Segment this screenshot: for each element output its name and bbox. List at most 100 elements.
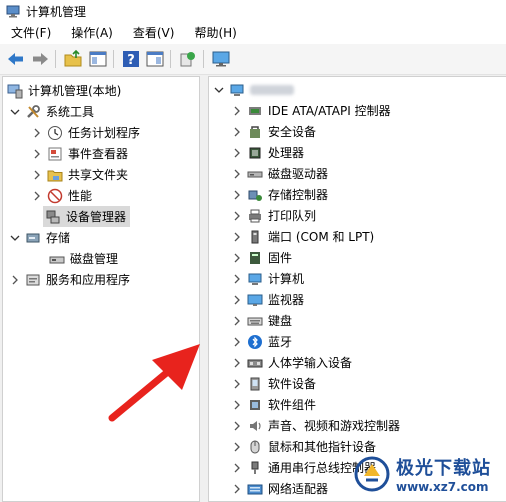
chevron-right-icon[interactable] bbox=[231, 189, 243, 201]
computer-management-icon bbox=[6, 5, 20, 18]
storage-controller-icon bbox=[248, 190, 262, 201]
chevron-right-icon[interactable] bbox=[231, 105, 243, 117]
svg-text:?: ? bbox=[127, 53, 135, 68]
device-category-label: 处理器 bbox=[268, 146, 305, 160]
chevron-right-icon[interactable] bbox=[31, 169, 43, 181]
device-category-row[interactable]: 软件组件 bbox=[231, 394, 316, 415]
device-category-row[interactable]: 计算机 bbox=[231, 268, 304, 289]
menu-action[interactable]: 操作(A) bbox=[60, 22, 122, 44]
properties-icon[interactable] bbox=[145, 49, 165, 69]
network-adapter-icon bbox=[247, 484, 263, 494]
device-category-label: 蓝牙 bbox=[268, 335, 293, 349]
device-category-row[interactable]: 安全设备 bbox=[231, 121, 316, 142]
chevron-right-icon[interactable] bbox=[31, 190, 43, 202]
device-category-row[interactable]: IDE ATA/ATAPI 控制器 bbox=[231, 100, 391, 121]
device-category-label: 打印队列 bbox=[268, 209, 317, 223]
export-icon[interactable] bbox=[178, 49, 198, 69]
chevron-right-icon[interactable] bbox=[31, 148, 43, 160]
chevron-right-icon[interactable] bbox=[231, 441, 243, 453]
tree-label-root: 计算机管理(本地) bbox=[28, 84, 122, 98]
menu-view[interactable]: 查看(V) bbox=[122, 22, 184, 44]
event-viewer-icon bbox=[48, 147, 62, 160]
device-category-label: 存储控制器 bbox=[268, 188, 329, 202]
monitor-icon bbox=[247, 294, 263, 306]
show-tree-icon[interactable] bbox=[88, 49, 108, 69]
tree-node-performance[interactable]: 性能 bbox=[31, 185, 92, 206]
watermark: 极光下载站 www.xz7.com bbox=[352, 448, 506, 500]
sound-icon bbox=[250, 420, 261, 431]
device-category-row[interactable]: 固件 bbox=[231, 247, 292, 268]
device-category-label: 监视器 bbox=[268, 293, 305, 307]
tree-node-services-apps[interactable]: 服务和应用程序 bbox=[9, 269, 130, 290]
device-category-row[interactable]: 声音、视频和游戏控制器 bbox=[231, 415, 400, 436]
tree-node-shared-folders[interactable]: 共享文件夹 bbox=[31, 164, 128, 185]
storage-icon bbox=[26, 233, 40, 242]
chevron-right-icon[interactable] bbox=[231, 336, 243, 348]
device-root-computer[interactable] bbox=[213, 79, 294, 100]
watermark-logo-icon bbox=[354, 456, 390, 492]
menu-file[interactable]: 文件(F) bbox=[0, 22, 60, 44]
back-arrow-icon[interactable] bbox=[6, 49, 26, 69]
tree-node-device-manager[interactable]: 设备管理器 bbox=[43, 206, 131, 227]
chevron-right-icon[interactable] bbox=[231, 126, 243, 138]
device-category-row[interactable]: 人体学输入设备 bbox=[231, 352, 352, 373]
help-icon[interactable]: ? bbox=[121, 49, 141, 69]
chevron-right-icon[interactable] bbox=[231, 357, 243, 369]
up-folder-icon[interactable] bbox=[63, 49, 83, 69]
performance-icon bbox=[47, 188, 63, 203]
monitor-icon[interactable] bbox=[211, 49, 231, 69]
security-device-icon bbox=[250, 125, 260, 138]
tree-node-storage[interactable]: 存储 bbox=[9, 227, 70, 248]
chevron-right-icon[interactable] bbox=[231, 315, 243, 327]
device-category-row[interactable]: 软件设备 bbox=[231, 373, 316, 394]
chevron-down-icon[interactable] bbox=[9, 232, 21, 244]
device-manager-icon bbox=[46, 210, 60, 223]
tree-node-disk-management[interactable]: 磁盘管理 bbox=[45, 248, 118, 269]
device-category-row[interactable]: 处理器 bbox=[231, 142, 304, 163]
chevron-right-icon[interactable] bbox=[9, 274, 21, 286]
shared-folder-icon bbox=[47, 170, 63, 181]
chevron-down-icon[interactable] bbox=[9, 106, 21, 118]
menu-help[interactable]: 帮助(H) bbox=[183, 22, 245, 44]
chevron-right-icon[interactable] bbox=[231, 210, 243, 222]
chevron-right-icon[interactable] bbox=[231, 420, 243, 432]
hid-icon bbox=[247, 359, 263, 367]
chevron-right-icon[interactable] bbox=[231, 399, 243, 411]
device-category-row[interactable]: 键盘 bbox=[231, 310, 292, 331]
device-category-row[interactable]: 蓝牙 bbox=[231, 331, 292, 352]
computer-icon bbox=[248, 273, 262, 285]
clock-icon bbox=[48, 125, 62, 140]
device-category-row[interactable]: 端口 (COM 和 LPT) bbox=[231, 226, 374, 247]
chevron-down-icon[interactable] bbox=[213, 84, 225, 96]
forward-arrow-icon[interactable] bbox=[30, 49, 50, 69]
tree-node-root[interactable]: 计算机管理(本地) bbox=[7, 80, 121, 101]
chevron-right-icon[interactable] bbox=[231, 147, 243, 159]
chevron-right-icon[interactable] bbox=[31, 127, 43, 139]
device-category-row[interactable]: 网络适配器 bbox=[231, 478, 328, 499]
device-category-label: 计算机 bbox=[268, 272, 305, 286]
watermark-title: 极光下载站 bbox=[396, 458, 491, 479]
chevron-right-icon[interactable] bbox=[231, 168, 243, 180]
device-category-label: 安全设备 bbox=[268, 125, 317, 139]
chevron-right-icon[interactable] bbox=[231, 378, 243, 390]
disk-management-icon bbox=[49, 256, 65, 263]
chevron-right-icon[interactable] bbox=[231, 462, 243, 474]
device-category-label: 固件 bbox=[268, 251, 293, 265]
device-category-label: 端口 (COM 和 LPT) bbox=[268, 230, 375, 244]
watermark-url: www.xz7.com bbox=[396, 480, 489, 494]
chevron-right-icon[interactable] bbox=[231, 273, 243, 285]
tree-node-task-scheduler[interactable]: 任务计划程序 bbox=[31, 122, 140, 143]
device-category-row[interactable]: 磁盘驱动器 bbox=[231, 163, 328, 184]
tree-node-system-tools[interactable]: 系统工具 bbox=[9, 101, 94, 122]
port-icon bbox=[251, 230, 259, 243]
chevron-right-icon[interactable] bbox=[231, 231, 243, 243]
device-category-row[interactable]: 监视器 bbox=[231, 289, 304, 310]
chevron-right-icon[interactable] bbox=[231, 252, 243, 264]
device-category-row[interactable]: 打印队列 bbox=[231, 205, 316, 226]
chevron-right-icon[interactable] bbox=[231, 483, 243, 495]
chevron-right-icon[interactable] bbox=[231, 294, 243, 306]
tree-label-event-viewer: 事件查看器 bbox=[68, 147, 129, 161]
device-category-label: 软件设备 bbox=[268, 377, 317, 391]
tree-node-event-viewer[interactable]: 事件查看器 bbox=[31, 143, 128, 164]
device-category-row[interactable]: 存储控制器 bbox=[231, 184, 328, 205]
